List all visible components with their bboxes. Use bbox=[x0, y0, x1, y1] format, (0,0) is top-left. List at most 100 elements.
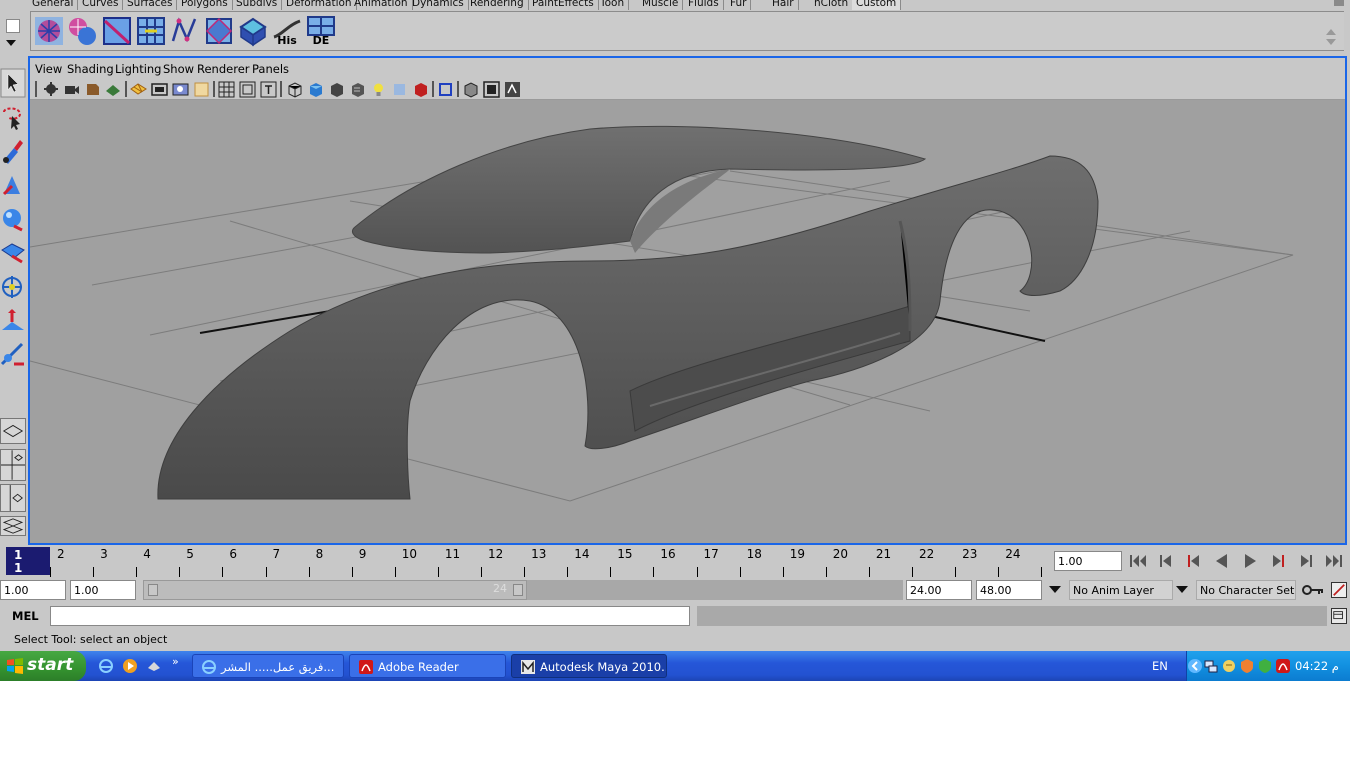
messenger-icon[interactable] bbox=[146, 658, 162, 674]
bookmarks-icon[interactable] bbox=[84, 81, 101, 98]
show-manipulator-icon[interactable] bbox=[0, 340, 26, 370]
clock[interactable]: 04:22 م bbox=[1295, 659, 1339, 673]
scale-tool-icon[interactable] bbox=[0, 238, 26, 268]
image-plane-icon[interactable] bbox=[104, 81, 121, 98]
gate-mask-icon[interactable] bbox=[193, 81, 210, 98]
shelf-tab-surfaces[interactable]: Surfaces bbox=[123, 0, 178, 10]
lasso-tool-icon[interactable] bbox=[0, 102, 26, 132]
shelf-tab-subdivs[interactable]: Subdivs bbox=[232, 0, 283, 10]
viewport-scene[interactable] bbox=[30, 101, 1345, 543]
smooth-shade-icon[interactable] bbox=[307, 81, 324, 98]
step-forward-frame-icon[interactable] bbox=[1295, 551, 1317, 571]
quicklaunch-chevron-icon[interactable]: » bbox=[172, 655, 179, 668]
select-camera-icon[interactable] bbox=[43, 81, 60, 98]
panel-menu-show[interactable]: Show bbox=[163, 62, 194, 76]
move-tool-icon[interactable] bbox=[0, 170, 26, 200]
shelf-tab-curves[interactable]: Curves bbox=[78, 0, 124, 10]
shelf-tab-general[interactable]: General bbox=[28, 0, 79, 10]
antivirus-icon[interactable] bbox=[1257, 658, 1273, 674]
anim-layer-selector[interactable]: No Anim Layer bbox=[1069, 580, 1173, 600]
shelf-sphere-mesh-icon[interactable] bbox=[33, 15, 65, 47]
film-gate-icon[interactable] bbox=[151, 81, 168, 98]
taskbar-task-browser[interactable]: فريق عمل..... المشر... bbox=[192, 654, 344, 678]
shelf-tab-fur[interactable]: Fur bbox=[726, 0, 752, 10]
shelf-tab-deformation[interactable]: Deformation bbox=[282, 0, 357, 10]
shadows-icon[interactable] bbox=[391, 81, 408, 98]
go-to-start-icon[interactable] bbox=[1127, 551, 1149, 571]
shelf-tab-painteffects[interactable]: PaintEffects bbox=[528, 0, 599, 10]
shelf-scroll-down-icon[interactable] bbox=[1326, 39, 1336, 45]
range-bar[interactable]: 24 bbox=[143, 580, 903, 600]
animation-start-field[interactable]: 1.00 bbox=[0, 580, 66, 600]
textured-icon[interactable] bbox=[349, 81, 366, 98]
shelf-tab-fluids[interactable]: Fluids bbox=[684, 0, 724, 10]
auto-key-icon[interactable] bbox=[1302, 583, 1324, 597]
anim-layer-dropdown-icon[interactable] bbox=[1049, 586, 1061, 593]
single-pane-layout-icon[interactable] bbox=[0, 418, 26, 444]
flat-shade-icon[interactable] bbox=[328, 81, 345, 98]
viewport-3d[interactable] bbox=[30, 101, 1345, 543]
shelf-menu-arrow-icon[interactable] bbox=[6, 40, 16, 46]
taskbar-task-maya[interactable]: Autodesk Maya 2010... bbox=[511, 654, 667, 678]
panel-menu-lighting[interactable]: Lighting bbox=[115, 62, 161, 76]
range-end-handle[interactable] bbox=[513, 584, 523, 596]
safe-title-icon[interactable] bbox=[260, 81, 277, 98]
xray-icon[interactable] bbox=[412, 81, 429, 98]
animation-end-field[interactable]: 48.00 bbox=[976, 580, 1042, 600]
security-alert-icon[interactable] bbox=[1239, 658, 1255, 674]
current-frame-marker[interactable]: 1 1 bbox=[6, 547, 50, 575]
shelf-tab-animation[interactable]: Animation bbox=[350, 0, 413, 10]
language-indicator[interactable]: EN bbox=[1152, 659, 1168, 673]
playback-end-field[interactable]: 24.00 bbox=[906, 580, 972, 600]
step-forward-key-icon[interactable] bbox=[1267, 551, 1289, 571]
play-backwards-icon[interactable] bbox=[1211, 551, 1233, 571]
lights-icon[interactable] bbox=[370, 81, 387, 98]
select-tool-icon[interactable] bbox=[0, 68, 26, 98]
time-slider[interactable]: 1 1 2 3 4 5 6 7 8 9 10 11 12 13 14 15 16 17 18 19 20 21 22 23… bbox=[0, 545, 1050, 577]
panel-menu-view[interactable]: View bbox=[35, 62, 62, 76]
shelf-tab-polygons[interactable]: Polygons bbox=[177, 0, 233, 10]
range-start-handle[interactable] bbox=[148, 584, 158, 596]
wireframe-icon[interactable] bbox=[286, 81, 303, 98]
network-icon[interactable] bbox=[1203, 658, 1219, 674]
isolate-select-icon[interactable] bbox=[437, 81, 454, 98]
paint-select-tool-icon[interactable] bbox=[0, 136, 26, 166]
panel-menu-panels[interactable]: Panels bbox=[252, 62, 289, 76]
tray-expand-icon[interactable] bbox=[1187, 658, 1203, 674]
shelf-tab-dynamics[interactable]: Dynamics bbox=[408, 0, 469, 10]
mel-input[interactable] bbox=[50, 606, 690, 626]
step-back-frame-icon[interactable] bbox=[1155, 551, 1177, 571]
go-to-end-icon[interactable] bbox=[1323, 551, 1345, 571]
shelf-tab-custom[interactable]: Custom bbox=[852, 0, 902, 10]
shelf-tab-rendering[interactable]: Rendering bbox=[466, 0, 529, 10]
animation-preferences-icon[interactable] bbox=[1331, 582, 1347, 598]
shelf-menu-icon[interactable] bbox=[1334, 0, 1344, 6]
character-set-dropdown-icon[interactable] bbox=[1176, 586, 1188, 593]
play-forwards-icon[interactable] bbox=[1239, 551, 1261, 571]
panel-menu-renderer[interactable]: Renderer bbox=[197, 62, 250, 76]
rotate-tool-icon[interactable] bbox=[0, 204, 26, 234]
media-player-icon[interactable] bbox=[122, 658, 138, 674]
shelf-tab-ncloth[interactable]: nCloth bbox=[810, 0, 854, 10]
step-back-key-icon[interactable] bbox=[1183, 551, 1205, 571]
shelf-deform-icon[interactable] bbox=[203, 15, 235, 47]
grid-toggle-icon[interactable] bbox=[130, 81, 147, 98]
shelf-sphere-icon[interactable] bbox=[66, 15, 98, 47]
universal-manipulator-icon[interactable] bbox=[0, 272, 26, 302]
shelf-tab-hair[interactable]: Hair bbox=[768, 0, 799, 10]
character-set-selector[interactable]: No Character Set bbox=[1196, 580, 1296, 600]
current-time-field[interactable]: 1.00 bbox=[1054, 551, 1122, 571]
shelf-tab-toggle-icon[interactable] bbox=[6, 19, 20, 33]
script-editor-icon[interactable] bbox=[1331, 608, 1347, 624]
adobe-updater-icon[interactable] bbox=[1275, 658, 1291, 674]
shelf-curve-icon[interactable] bbox=[169, 15, 201, 47]
shelf-tab-muscle[interactable]: Muscle bbox=[638, 0, 684, 10]
soft-modification-icon[interactable] bbox=[0, 306, 26, 336]
messenger-tray-icon[interactable] bbox=[1221, 658, 1237, 674]
four-pane-layout-icon[interactable] bbox=[0, 449, 26, 481]
start-button[interactable]: start bbox=[0, 651, 86, 681]
hud-icon[interactable] bbox=[462, 81, 479, 98]
resolution-gate-icon[interactable] bbox=[172, 81, 189, 98]
shelf-scroll-up-icon[interactable] bbox=[1326, 29, 1336, 35]
two-pane-layout-icon[interactable] bbox=[0, 484, 26, 512]
